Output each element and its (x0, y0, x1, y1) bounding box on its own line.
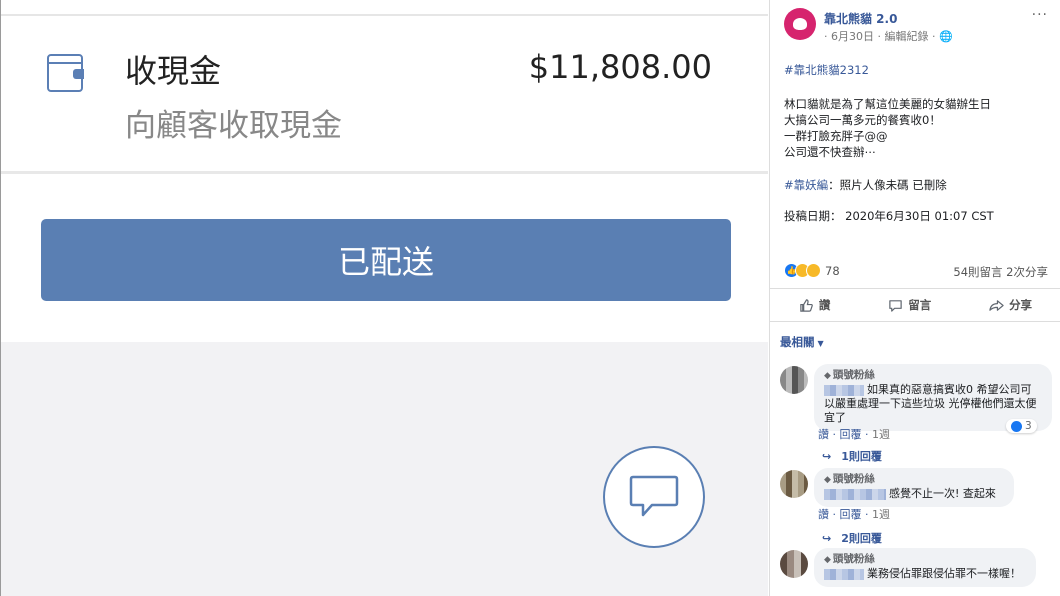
post-hashtag[interactable]: #靠北熊貓2312 (784, 62, 869, 78)
diamond-icon: ◆ (824, 475, 831, 485)
reply-arrow-icon: ↪ (822, 450, 832, 463)
top-fan-badge: ◆ 頭號粉絲 (824, 473, 875, 485)
page-name-link[interactable]: 靠北熊貓 2.0 (824, 10, 897, 27)
sort-label: 最相關 (780, 335, 815, 349)
wallet-icon (47, 54, 84, 92)
editor-hashtag[interactable]: #靠妖編 (784, 178, 828, 192)
post-line: 林口貓就是為了幫這位美麗的女貓辦生日 (784, 97, 991, 111)
reaction-count: 78 (825, 263, 840, 278)
post-meta[interactable]: · 6月30日 · 編輯紀錄 · 🌐 (824, 28, 953, 44)
comment-text: 業務侵佔罪跟侵佔罪不一樣喔！ (824, 567, 1026, 581)
section-divider (1, 171, 768, 174)
blurred-name (824, 488, 886, 500)
share-button[interactable]: 分享 (989, 297, 1032, 313)
top-divider (1, 14, 768, 16)
comment-share-counts[interactable]: 54則留言 2次分享 (953, 264, 1048, 280)
post-body: 林口貓就是為了幫這位美麗的女貓辦生日 大搞公司一萬多元的餐賓收0！ 一群打臉充胖… (784, 96, 991, 160)
reaction-summary[interactable]: 👍 78 (784, 263, 840, 278)
like-button[interactable]: 讚 (799, 297, 831, 313)
commenter-avatar[interactable] (780, 550, 808, 578)
blurred-name (824, 568, 864, 580)
comment-icon (889, 299, 902, 312)
blurred-name (824, 384, 864, 396)
post-action-bar: 讚 留言 分享 (770, 288, 1060, 322)
submission-date: 投稿日期： 2020年6月30日 01:07 CST (784, 209, 994, 223)
more-options-icon[interactable]: ··· (1032, 7, 1048, 23)
top-fan-badge: ◆ 頭號粉絲 (824, 369, 875, 381)
thumbs-up-icon (800, 298, 813, 312)
reply-arrow-icon: ↪ (822, 532, 832, 545)
share-icon (989, 299, 1004, 311)
like-reaction-icon (1011, 420, 1022, 432)
delivery-app-panel: 收現金 $11,808.00 向顧客收取現金 已配送 (0, 0, 768, 596)
cash-amount: $11,808.00 (528, 48, 712, 86)
view-replies-link[interactable]: ↪ 2則回覆 (822, 530, 882, 546)
editor-note-text: ：照片人像未碼 已刪除 (828, 178, 947, 192)
comment-like-chip[interactable]: 3 (1006, 419, 1037, 433)
view-replies-link[interactable]: ↪ 1則回覆 (822, 448, 882, 464)
comment-bubble: ◆ 頭號粉絲 感覺不止一次! 查起來 (814, 468, 1014, 507)
chevron-down-icon: ▼ (817, 339, 824, 348)
diamond-icon: ◆ (824, 371, 831, 381)
facebook-post-panel: 靠北熊貓 2.0 · 6月30日 · 編輯紀錄 · 🌐 ··· #靠北熊貓231… (769, 0, 1060, 596)
comment-text: 感覺不止一次! 查起來 (824, 487, 1004, 501)
collect-cash-subtitle: 向顧客收取現金 (125, 108, 342, 144)
top-fan-badge: ◆ 頭號粉絲 (824, 553, 875, 565)
comment-actions[interactable]: 讚 · 回覆 · 1週 (818, 506, 890, 522)
chat-bubble-icon (629, 475, 679, 517)
editor-note: #靠妖編：照片人像未碼 已刪除 (784, 177, 947, 193)
page-avatar[interactable] (784, 8, 816, 40)
post-line: 公司還不快查辦⋯ (784, 145, 876, 159)
comment-button[interactable]: 留言 (888, 297, 931, 313)
comment-label: 留言 (908, 298, 932, 312)
post-line: 一群打臉充胖子@@ (784, 129, 888, 143)
diamond-icon: ◆ (824, 555, 831, 565)
wow-reaction-icon (806, 263, 821, 278)
like-label: 讚 (818, 298, 831, 312)
chat-button[interactable] (603, 446, 705, 548)
comment-bubble: ◆ 頭號粉絲 業務侵佔罪跟侵佔罪不一樣喔！ (814, 548, 1036, 587)
share-label: 分享 (1009, 298, 1033, 312)
commenter-avatar[interactable] (780, 470, 808, 498)
commenter-avatar[interactable] (780, 366, 808, 394)
delivered-button[interactable]: 已配送 (41, 219, 731, 301)
comment-actions[interactable]: 讚 · 回覆 · 1週 (818, 426, 890, 442)
comment-sort-dropdown[interactable]: 最相關 ▼ (780, 334, 824, 350)
collect-cash-title: 收現金 (125, 52, 222, 90)
post-line: 大搞公司一萬多元的餐賓收0！ (784, 113, 941, 127)
